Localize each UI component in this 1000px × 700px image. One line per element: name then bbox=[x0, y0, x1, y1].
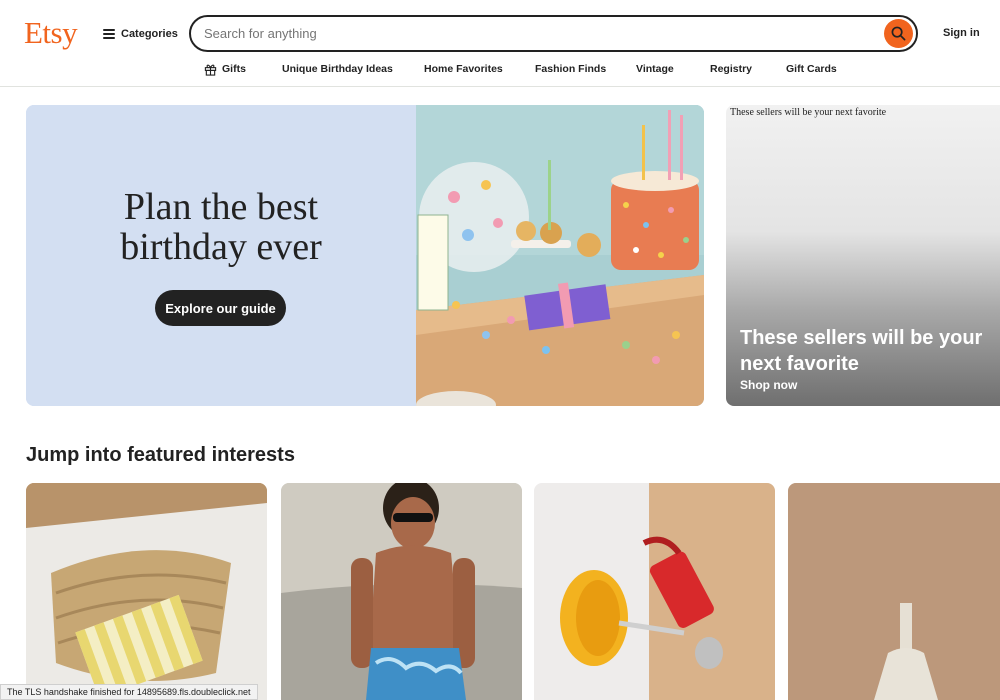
category-nav: Gifts Unique Birthday Ideas Home Favorit… bbox=[0, 60, 1000, 78]
nav-gift-cards[interactable]: Gift Cards bbox=[786, 60, 837, 78]
interest-card-lamp[interactable] bbox=[534, 483, 775, 700]
gift-icon bbox=[204, 64, 217, 76]
hero-title: Plan the best birthday ever bbox=[26, 187, 416, 267]
search-input[interactable] bbox=[204, 26, 916, 41]
etsy-logo[interactable]: Etsy bbox=[24, 15, 78, 51]
seller-promo-title: These sellers will be your next favorite bbox=[740, 327, 983, 375]
featured-interests-title: Jump into featured interests bbox=[26, 444, 295, 466]
hero-title-line1: Plan the best bbox=[123, 186, 319, 228]
nav-registry[interactable]: Registry bbox=[710, 60, 752, 78]
explore-guide-button[interactable]: Explore our guide bbox=[155, 290, 286, 326]
interest-card-swimwear[interactable] bbox=[281, 483, 522, 700]
wall-lamp-image bbox=[534, 483, 775, 700]
nav-home-favorites[interactable]: Home Favorites bbox=[424, 60, 503, 78]
nav-fashion-finds[interactable]: Fashion Finds bbox=[535, 60, 606, 78]
nav-gifts-label: Gifts bbox=[222, 63, 246, 75]
search-button[interactable] bbox=[884, 19, 913, 48]
nav-gifts[interactable]: Gifts bbox=[204, 60, 246, 78]
categories-button[interactable]: Categories bbox=[103, 24, 178, 44]
search-bar bbox=[189, 15, 918, 52]
hero-text-panel: Plan the best birthday ever Explore our … bbox=[26, 105, 416, 406]
header-divider bbox=[0, 86, 1000, 87]
seller-image-alt-text: These sellers will be your next favorite bbox=[730, 107, 887, 118]
shop-now-link[interactable]: Shop now bbox=[740, 378, 797, 392]
menu-icon bbox=[103, 29, 115, 39]
hero-title-line2: birthday ever bbox=[120, 226, 322, 268]
nav-vintage[interactable]: Vintage bbox=[636, 60, 674, 78]
seller-promo-card[interactable]: These sellers will be your next favorite… bbox=[726, 105, 1000, 406]
categories-label: Categories bbox=[121, 28, 178, 40]
search-icon bbox=[891, 26, 906, 41]
nav-unique-birthday-ideas[interactable]: Unique Birthday Ideas bbox=[282, 60, 393, 78]
ceramic-vase-image bbox=[788, 483, 1000, 700]
interest-card-vase[interactable] bbox=[788, 483, 1000, 700]
browser-status-bar: The TLS handshake finished for 14895689.… bbox=[0, 684, 258, 700]
birthday-party-image[interactable] bbox=[416, 105, 704, 406]
straw-bag-image bbox=[26, 483, 267, 700]
hero-banner: Plan the best birthday ever Explore our … bbox=[26, 105, 704, 406]
interest-card-beach-bag[interactable] bbox=[26, 483, 267, 700]
swimwear-model-image bbox=[281, 483, 522, 700]
sign-in-link[interactable]: Sign in bbox=[943, 27, 980, 39]
